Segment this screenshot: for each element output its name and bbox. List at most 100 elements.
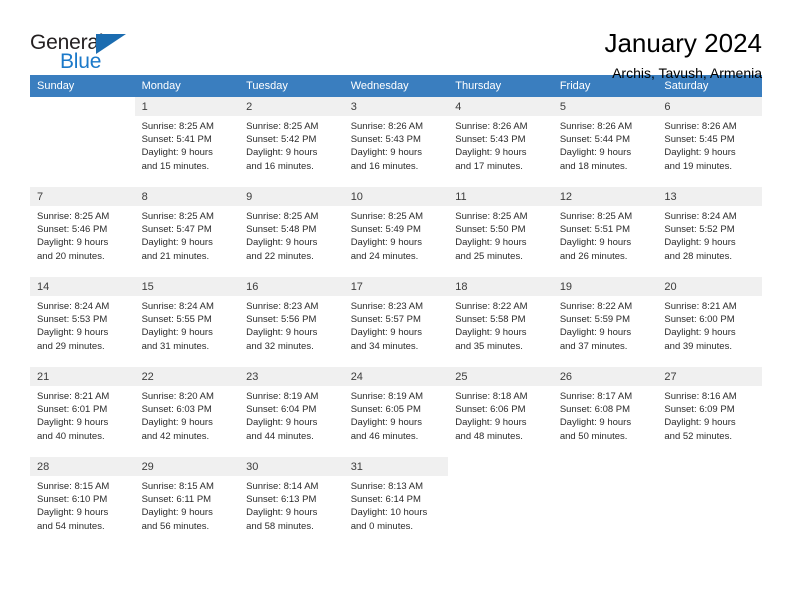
calendar-day-cell[interactable]: 20 Sunrise: 8:21 AM Sunset: 6:00 PM Dayligh… <box>657 277 762 367</box>
sunset-text: Sunset: 5:56 PM <box>246 314 317 326</box>
calendar-day-cell-empty <box>552 457 658 547</box>
sunrise-text: Sunrise: 8:25 AM <box>246 121 319 132</box>
daylight-text-cont: and 21 minutes. <box>141 250 210 262</box>
sunset-text: Sunset: 5:57 PM <box>350 314 421 326</box>
day-details <box>30 116 135 187</box>
day-number: 28 <box>30 457 135 476</box>
sunrise-text: Sunrise: 8:15 AM <box>37 481 110 492</box>
sunset-text: Sunset: 5:48 PM <box>246 224 317 236</box>
calendar-day-cell[interactable]: 2 Sunrise: 8:25 AM Sunset: 5:42 PM Daylight… <box>239 97 344 187</box>
calendar-day-cell[interactable]: 23 Sunrise: 8:19 AM Sunset: 6:04 PM Dayligh… <box>239 367 344 457</box>
day-details: Sunrise: 8:19 AM Sunset: 6:05 PM Daylight:… <box>344 386 449 457</box>
day-number: 5 <box>552 97 658 116</box>
day-number <box>552 457 658 476</box>
daylight-text-cont: and 42 minutes. <box>141 430 210 442</box>
calendar-day-cell[interactable]: 9 Sunrise: 8:25 AM Sunset: 5:48 PM Daylight… <box>239 187 344 277</box>
day-number: 23 <box>239 367 344 386</box>
sunset-text: Sunset: 6:10 PM <box>37 494 108 506</box>
day-number: 22 <box>134 367 240 386</box>
calendar-day-cell[interactable]: 10 Sunrise: 8:25 AM Sunset: 5:49 PM Dayligh… <box>343 187 449 277</box>
sunrise-text: Sunrise: 8:15 AM <box>141 481 214 492</box>
calendar-day-cell[interactable]: 5 Sunrise: 8:26 AM Sunset: 5:44 PM Daylight… <box>552 97 658 187</box>
calendar-day-cell[interactable]: 24 Sunrise: 8:19 AM Sunset: 6:05 PM Dayligh… <box>343 367 449 457</box>
title-block: January 2024 Archis, Tavush, Armenia <box>604 28 762 82</box>
calendar-week-row: 28 Sunrise: 8:15 AM Sunset: 6:10 PM Dayligh… <box>30 457 762 547</box>
day-details: Sunrise: 8:16 AM Sunset: 6:09 PM Daylight:… <box>657 386 762 457</box>
sunrise-text: Sunrise: 8:19 AM <box>246 391 319 402</box>
day-details: Sunrise: 8:25 AM Sunset: 5:51 PM Daylight:… <box>553 206 658 277</box>
daylight-text: Daylight: 9 hours <box>350 327 422 339</box>
calendar-day-cell[interactable]: 11 Sunrise: 8:25 AM Sunset: 5:50 PM Dayligh… <box>448 187 553 277</box>
calendar-day-cell[interactable]: 7 Sunrise: 8:25 AM Sunset: 5:46 PM Daylight… <box>30 187 135 277</box>
daylight-text-cont: and 29 minutes. <box>37 340 105 352</box>
calendar-day-cell[interactable]: 16 Sunrise: 8:23 AM Sunset: 5:56 PM Dayligh… <box>239 277 344 367</box>
day-details <box>657 476 762 547</box>
day-details: Sunrise: 8:24 AM Sunset: 5:53 PM Daylight:… <box>30 296 135 367</box>
daylight-text: Daylight: 10 hours <box>350 507 428 519</box>
calendar-day-cell[interactable]: 18 Sunrise: 8:22 AM Sunset: 5:58 PM Dayligh… <box>448 277 553 367</box>
day-details: Sunrise: 8:18 AM Sunset: 6:06 PM Daylight:… <box>448 386 553 457</box>
day-details: Sunrise: 8:25 AM Sunset: 5:48 PM Daylight:… <box>239 206 344 277</box>
daylight-text-cont: and 24 minutes. <box>350 250 419 262</box>
page-title: January 2024 <box>604 28 762 58</box>
calendar-day-cell[interactable]: 25 Sunrise: 8:18 AM Sunset: 6:06 PM Dayligh… <box>448 367 553 457</box>
sunrise-text: Sunrise: 8:17 AM <box>559 391 633 402</box>
calendar-day-cell[interactable]: 30 Sunrise: 8:14 AM Sunset: 6:13 PM Dayligh… <box>239 457 344 547</box>
daylight-text: Daylight: 9 hours <box>246 327 318 339</box>
calendar-day-cell[interactable]: 19 Sunrise: 8:22 AM Sunset: 5:59 PM Dayligh… <box>552 277 658 367</box>
daylight-text-cont: and 28 minutes. <box>664 250 732 262</box>
calendar-day-cell[interactable]: 17 Sunrise: 8:23 AM Sunset: 5:57 PM Dayligh… <box>343 277 449 367</box>
sunrise-text: Sunrise: 8:25 AM <box>350 211 424 222</box>
day-details: Sunrise: 8:24 AM Sunset: 5:52 PM Daylight:… <box>657 206 762 277</box>
daylight-text-cont: and 56 minutes. <box>141 520 210 532</box>
calendar-day-cell[interactable]: 22 Sunrise: 8:20 AM Sunset: 6:03 PM Dayligh… <box>134 367 240 457</box>
daylight-text: Daylight: 9 hours <box>455 237 527 249</box>
day-details: Sunrise: 8:25 AM Sunset: 5:42 PM Daylight:… <box>239 116 344 187</box>
daylight-text: Daylight: 9 hours <box>559 327 632 339</box>
sunset-text: Sunset: 6:08 PM <box>559 404 631 416</box>
calendar-day-cell[interactable]: 4 Sunrise: 8:26 AM Sunset: 5:43 PM Daylight… <box>448 97 553 187</box>
daylight-text-cont: and 52 minutes. <box>664 430 732 442</box>
day-details: Sunrise: 8:23 AM Sunset: 5:56 PM Daylight:… <box>239 296 344 367</box>
calendar-day-cell[interactable]: 6 Sunrise: 8:26 AM Sunset: 5:45 PM Daylight… <box>657 97 762 187</box>
daylight-text-cont: and 22 minutes. <box>246 250 314 262</box>
calendar-day-cell[interactable]: 3 Sunrise: 8:26 AM Sunset: 5:43 PM Daylight… <box>343 97 449 187</box>
day-number <box>448 457 553 476</box>
sunrise-text: Sunrise: 8:14 AM <box>246 481 319 492</box>
calendar-week-row: 21 Sunrise: 8:21 AM Sunset: 6:01 PM Dayligh… <box>30 367 762 457</box>
day-details: Sunrise: 8:19 AM Sunset: 6:04 PM Daylight:… <box>239 386 344 457</box>
sunset-text: Sunset: 5:43 PM <box>350 134 421 146</box>
sunrise-text: Sunrise: 8:24 AM <box>37 301 110 312</box>
calendar-day-cell[interactable]: 15 Sunrise: 8:24 AM Sunset: 5:55 PM Dayligh… <box>134 277 240 367</box>
daylight-text-cont: and 19 minutes. <box>664 160 732 172</box>
calendar-day-cell[interactable]: 21 Sunrise: 8:21 AM Sunset: 6:01 PM Dayligh… <box>30 367 135 457</box>
day-details: Sunrise: 8:23 AM Sunset: 5:57 PM Daylight:… <box>344 296 449 367</box>
calendar-day-cell[interactable]: 14 Sunrise: 8:24 AM Sunset: 5:53 PM Dayligh… <box>30 277 135 367</box>
calendar-day-cell[interactable]: 28 Sunrise: 8:15 AM Sunset: 6:10 PM Dayligh… <box>30 457 135 547</box>
calendar-day-cell[interactable]: 13 Sunrise: 8:24 AM Sunset: 5:52 PM Dayligh… <box>657 187 762 277</box>
sunrise-text: Sunrise: 8:24 AM <box>664 211 737 222</box>
day-details: Sunrise: 8:25 AM Sunset: 5:47 PM Daylight:… <box>135 206 240 277</box>
daylight-text-cont: and 39 minutes. <box>664 340 732 352</box>
calendar-day-cell-empty <box>657 457 762 547</box>
daylight-text-cont: and 58 minutes. <box>246 520 314 532</box>
sunrise-text: Sunrise: 8:25 AM <box>246 211 319 222</box>
day-details: Sunrise: 8:26 AM Sunset: 5:43 PM Daylight:… <box>448 116 553 187</box>
calendar-day-cell[interactable]: 29 Sunrise: 8:15 AM Sunset: 6:11 PM Dayligh… <box>134 457 240 547</box>
calendar-day-cell[interactable]: 1 Sunrise: 8:25 AM Sunset: 5:41 PM Daylight… <box>134 97 240 187</box>
daylight-text: Daylight: 9 hours <box>455 147 527 159</box>
calendar-day-cell[interactable]: 12 Sunrise: 8:25 AM Sunset: 5:51 PM Dayligh… <box>552 187 658 277</box>
calendar-day-cell[interactable]: 8 Sunrise: 8:25 AM Sunset: 5:47 PM Daylight… <box>134 187 240 277</box>
calendar-day-cell[interactable]: 31 Sunrise: 8:13 AM Sunset: 6:14 PM Dayligh… <box>343 457 449 547</box>
day-number: 6 <box>657 97 762 116</box>
calendar-day-cell[interactable]: 26 Sunrise: 8:17 AM Sunset: 6:08 PM Dayligh… <box>552 367 658 457</box>
sunset-text: Sunset: 5:59 PM <box>559 314 631 326</box>
sunrise-text: Sunrise: 8:26 AM <box>664 121 737 132</box>
daylight-text: Daylight: 9 hours <box>246 147 318 159</box>
weekday-header-tuesday: Tuesday <box>239 75 344 97</box>
daylight-text-cont: and 25 minutes. <box>455 250 523 262</box>
daylight-text-cont: and 31 minutes. <box>141 340 210 352</box>
brand-logo[interactable]: General Blue <box>30 28 145 76</box>
calendar-day-cell[interactable]: 27 Sunrise: 8:16 AM Sunset: 6:09 PM Dayligh… <box>657 367 762 457</box>
sunrise-text: Sunrise: 8:23 AM <box>350 301 424 312</box>
